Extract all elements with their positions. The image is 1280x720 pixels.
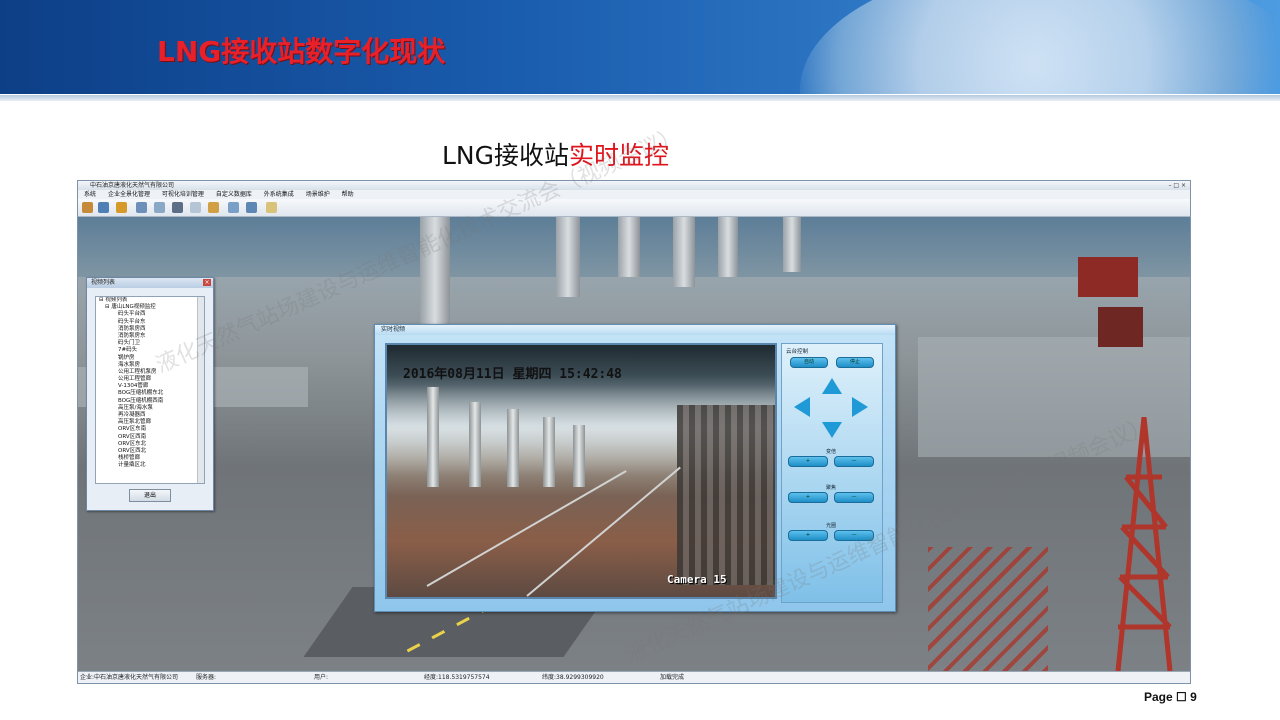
camera-item[interactable]: 码头平台西 xyxy=(96,311,204,318)
camera-item[interactable]: ORV区西南 xyxy=(96,434,204,441)
camera-feed: 2016年08月11日 星期四 15:42:48 Camera 15 xyxy=(385,343,777,599)
slide-title: LNG接收站数字化现状 xyxy=(157,35,446,68)
video-list-title: 视频列表 xyxy=(87,278,213,288)
red-building xyxy=(1098,307,1143,347)
camera-item[interactable]: BOG压缩机棚东北 xyxy=(96,390,204,397)
window-controls[interactable]: – □ × xyxy=(1156,181,1186,190)
toolbar-tool-icon[interactable] xyxy=(98,202,109,213)
exit-button[interactable]: 退出 xyxy=(129,489,171,502)
iris-open-button[interactable]: + xyxy=(788,530,828,541)
ptz-title: 云台控制 xyxy=(786,349,809,355)
camera-tree: ⊟ 视频列表 ⊟ 唐山LNG视频监控 码头平台西 码头平台东 消防泵房西 消防泵… xyxy=(95,296,205,484)
status-user: 用户: xyxy=(314,674,329,681)
toolbar-tool-icon[interactable] xyxy=(82,202,93,213)
ptz-stop-button[interactable]: 停止 xyxy=(836,357,874,368)
feed-stack xyxy=(469,402,481,487)
feed-structure xyxy=(677,405,775,585)
arrow-down-icon[interactable] xyxy=(822,422,842,438)
vent-stack xyxy=(783,217,801,272)
feed-stack xyxy=(427,387,439,487)
arrow-up-icon[interactable] xyxy=(822,378,842,394)
app-statusbar: 企业:中石油京唐液化天然气有限公司 服务器: 用户: 经度:118.531975… xyxy=(78,671,1190,683)
3d-plant-scene[interactable]: 视频列表 × ⊟ 视频列表 ⊟ 唐山LNG视频监控 码头平台西 码头平台东 消防… xyxy=(78,217,1190,671)
camera-item[interactable]: 公用工程机泵房 xyxy=(96,369,204,376)
focus-far-button[interactable]: — xyxy=(834,492,874,503)
menu-item-training[interactable]: 可视化培训管理 xyxy=(162,191,204,198)
arrow-right-icon[interactable] xyxy=(852,397,868,417)
zoom-label: 变倍 xyxy=(826,449,837,455)
menu-item-database[interactable]: 自定义数据库 xyxy=(216,191,252,198)
app-window-title: 中石油京唐液化天然气有限公司 xyxy=(90,182,175,189)
camera-item[interactable]: 计量撬区北 xyxy=(96,462,204,469)
toolbar-tool-icon[interactable] xyxy=(190,202,201,213)
camera-item[interactable]: 公用工程管廊 xyxy=(96,376,204,383)
app-menubar: 系统 企业全景化管理 可视化培训管理 自定义数据库 外系统集成 场景维护 帮助 xyxy=(78,190,1190,199)
vent-stack xyxy=(718,217,738,277)
arrow-left-icon[interactable] xyxy=(794,397,810,417)
feed-stack xyxy=(573,425,585,487)
toolbar-tool-icon[interactable] xyxy=(172,202,183,213)
tree-scrollbar[interactable] xyxy=(197,297,204,483)
iris-label: 光圈 xyxy=(826,523,837,529)
menu-item-integration[interactable]: 外系统集成 xyxy=(264,191,294,198)
tree-group[interactable]: ⊟ 唐山LNG视频监控 xyxy=(96,304,204,311)
vent-stack xyxy=(673,217,695,287)
feed-road-line xyxy=(426,470,627,587)
red-building xyxy=(1078,257,1138,297)
status-latitude: 纬度:38.9299309920 xyxy=(542,674,604,681)
header-divider xyxy=(0,95,1280,101)
subtitle-black: LNG接收站 xyxy=(442,141,570,170)
focus-label: 聚焦 xyxy=(826,485,837,491)
toolbar-tool-icon[interactable] xyxy=(116,202,127,213)
toolbar-tool-icon[interactable] xyxy=(266,202,277,213)
monitoring-app-window: 中石油京唐液化天然气有限公司 – □ × 系统 企业全景化管理 可视化培训管理 … xyxy=(77,180,1191,684)
camera-item[interactable]: 码头平台东 xyxy=(96,319,204,326)
toolbar-tool-icon[interactable] xyxy=(208,202,219,213)
camera-item[interactable]: 栈桥管廊 xyxy=(96,455,204,462)
globe-graphic xyxy=(800,0,1280,94)
zoom-in-button[interactable]: + xyxy=(788,456,828,467)
video-list-panel: 视频列表 × ⊟ 视频列表 ⊟ 唐山LNG视频监控 码头平台西 码头平台东 消防… xyxy=(86,277,214,511)
feed-stack xyxy=(543,417,555,487)
menu-item-help[interactable]: 帮助 xyxy=(342,191,354,198)
page-number: Page ☐ 9 xyxy=(1144,690,1197,704)
camera-item[interactable]: 高压泵北管廊 xyxy=(96,419,204,426)
menu-item-scene[interactable]: 场景维护 xyxy=(306,191,330,198)
vent-stack xyxy=(618,217,640,277)
feed-stack xyxy=(507,409,519,487)
toolbar-tool-icon[interactable] xyxy=(154,202,165,213)
ptz-auto-button[interactable]: 自动 xyxy=(790,357,828,368)
zoom-out-button[interactable]: — xyxy=(834,456,874,467)
status-server: 服务器: xyxy=(196,674,217,681)
menu-item-system[interactable]: 系统 xyxy=(84,191,96,198)
osd-datetime: 2016年08月11日 星期四 15:42:48 xyxy=(403,367,622,382)
status-longitude: 经度:118.5319757574 xyxy=(424,674,490,681)
vent-stack xyxy=(556,217,580,297)
camera-item[interactable]: ORV区东南 xyxy=(96,426,204,433)
app-titlebar: 中石油京唐液化天然气有限公司 – □ × xyxy=(78,181,1190,190)
osd-camera-label: Camera 15 xyxy=(667,573,727,586)
status-load: 加载完成 xyxy=(660,674,685,681)
menu-item-enterprise[interactable]: 企业全景化管理 xyxy=(108,191,150,198)
camera-item[interactable]: ORV区西北 xyxy=(96,448,204,455)
toolbar-tool-icon[interactable] xyxy=(136,202,147,213)
camera-item[interactable]: 高压泵/海水泵 xyxy=(96,405,204,412)
toolbar-tool-icon[interactable] xyxy=(228,202,239,213)
red-stairs xyxy=(928,547,1048,671)
status-company: 企业:中石油京唐液化天然气有限公司 xyxy=(80,674,179,681)
live-video-title: 实时视频 xyxy=(375,325,895,335)
camera-item[interactable]: ORV区东北 xyxy=(96,441,204,448)
app-toolbar xyxy=(78,199,1190,217)
focus-near-button[interactable]: + xyxy=(788,492,828,503)
toolbar-tool-icon[interactable] xyxy=(246,202,257,213)
camera-item[interactable]: BOG压缩机棚西南 xyxy=(96,398,204,405)
close-icon[interactable]: × xyxy=(203,279,211,286)
